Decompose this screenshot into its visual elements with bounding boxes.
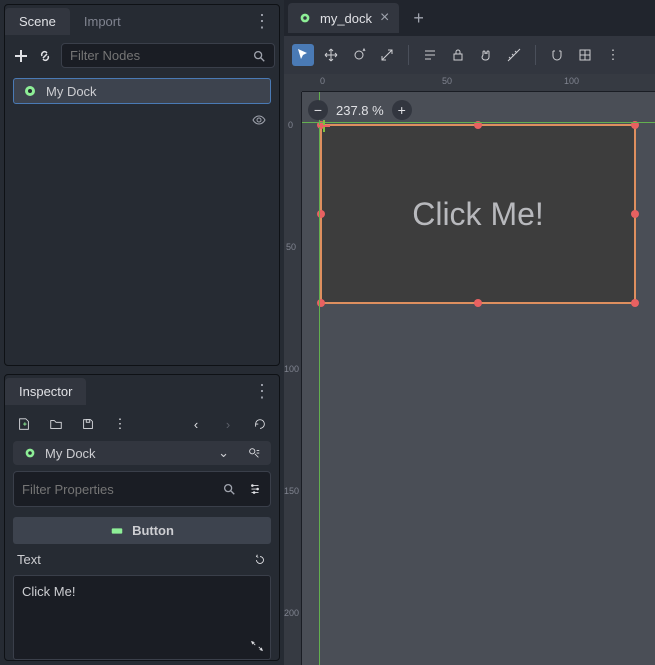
grid-snap-icon[interactable]: [574, 44, 596, 66]
canvas-button-node[interactable]: Click Me!: [320, 124, 636, 304]
file-tab-label: my_dock: [320, 11, 372, 26]
section-header-button[interactable]: Button: [13, 517, 271, 544]
viewport[interactable]: 0 50 100 0 50 100 150 200 − 237.8 % + Cl…: [284, 74, 655, 665]
ruler-corner: [284, 74, 302, 92]
tab-scene[interactable]: Scene: [5, 8, 70, 35]
axis-x: [302, 122, 655, 123]
list-select-icon[interactable]: [419, 44, 441, 66]
reset-icon[interactable]: [253, 553, 267, 567]
ruler-vertical: 0 50 100 150 200: [284, 92, 302, 665]
scene-tabs: Scene Import ⋮: [5, 5, 279, 37]
manage-icon[interactable]: [247, 446, 261, 460]
resize-handle[interactable]: [631, 210, 639, 218]
more-icon[interactable]: ⋮: [602, 44, 624, 66]
inspector-tabs: Inspector ⋮: [5, 375, 279, 407]
property-label-text: Text: [17, 552, 41, 567]
settings-icon[interactable]: [248, 482, 262, 496]
button-class-icon: [110, 524, 124, 538]
panel-menu-icon[interactable]: ⋮: [253, 381, 271, 402]
filter-properties-input[interactable]: [13, 471, 271, 507]
resize-handle[interactable]: [474, 299, 482, 307]
new-resource-icon[interactable]: [15, 415, 33, 433]
search-icon: [222, 482, 236, 496]
visibility-icon[interactable]: [251, 112, 267, 128]
tab-inspector[interactable]: Inspector: [5, 378, 86, 405]
file-tab[interactable]: my_dock ×: [288, 3, 399, 33]
origin-gizmo: [316, 118, 332, 134]
control-node-icon: [23, 446, 37, 460]
link-icon[interactable]: [37, 47, 53, 65]
history-icon[interactable]: [251, 415, 269, 433]
add-tab-icon[interactable]: +: [403, 2, 434, 35]
ruler-horizontal: 0 50 100: [302, 74, 655, 92]
zoom-in-button[interactable]: +: [392, 100, 412, 120]
rotate-tool-icon[interactable]: [348, 44, 370, 66]
zoom-level[interactable]: 237.8 %: [336, 103, 384, 118]
axis-y: [319, 92, 320, 665]
snap-icon[interactable]: [546, 44, 568, 66]
open-resource-icon[interactable]: [47, 415, 65, 433]
zoom-out-button[interactable]: −: [308, 100, 328, 120]
search-icon: [252, 49, 266, 63]
add-node-icon[interactable]: [13, 47, 29, 65]
save-icon[interactable]: [79, 415, 97, 433]
tab-import[interactable]: Import: [70, 8, 135, 35]
resize-handle[interactable]: [631, 299, 639, 307]
expand-icon[interactable]: [250, 639, 264, 653]
property-text-input[interactable]: Click Me!: [13, 575, 271, 660]
more-icon[interactable]: ⋮: [111, 415, 129, 433]
control-node-icon: [298, 11, 312, 25]
history-next-icon[interactable]: ›: [219, 415, 237, 433]
move-tool-icon[interactable]: [320, 44, 342, 66]
object-name: My Dock: [45, 446, 96, 461]
ruler-tool-icon[interactable]: [503, 44, 525, 66]
node-name: My Dock: [46, 84, 97, 99]
scene-root-node[interactable]: My Dock: [13, 78, 271, 104]
pan-tool-icon[interactable]: [475, 44, 497, 66]
control-node-icon: [22, 83, 38, 99]
close-icon[interactable]: ×: [380, 9, 389, 27]
select-tool-icon[interactable]: [292, 44, 314, 66]
chevron-down-icon: ⌄: [218, 445, 229, 461]
panel-menu-icon[interactable]: ⋮: [253, 11, 271, 32]
filter-nodes-input[interactable]: [61, 43, 275, 68]
lock-icon[interactable]: [447, 44, 469, 66]
button-text: Click Me!: [412, 196, 544, 233]
object-selector[interactable]: My Dock ⌄: [13, 441, 271, 465]
scale-tool-icon[interactable]: [376, 44, 398, 66]
history-prev-icon[interactable]: ‹: [187, 415, 205, 433]
